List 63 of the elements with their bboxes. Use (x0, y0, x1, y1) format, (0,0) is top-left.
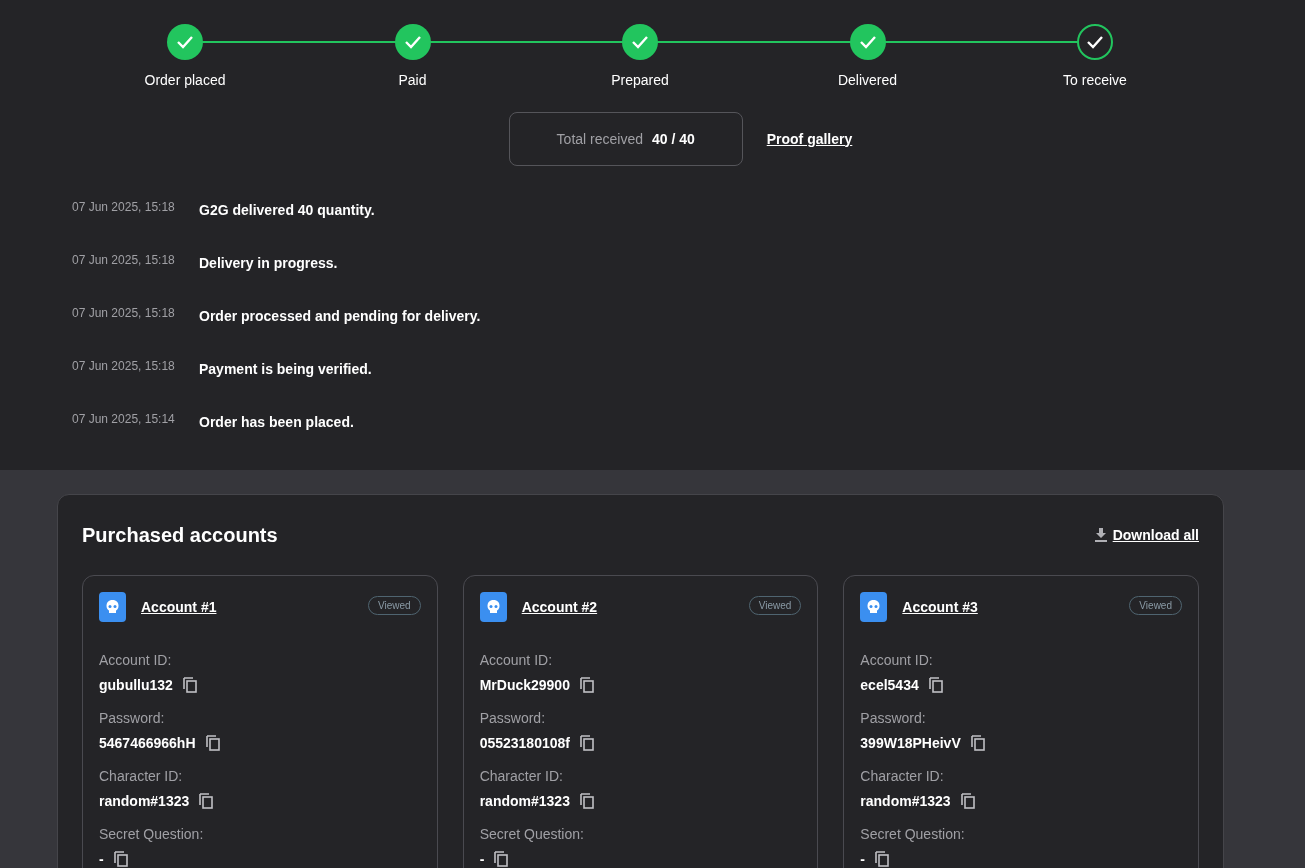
field-value: 5467466966hH (99, 733, 196, 753)
field-value: random#1323 (99, 791, 190, 811)
account-link[interactable]: Account #1 (141, 596, 217, 618)
field-value: - (99, 849, 104, 868)
account-link[interactable]: Account #3 (902, 596, 978, 618)
event-time: 07 Jun 2025, 15:18 (72, 358, 176, 375)
copy-icon[interactable] (579, 677, 594, 693)
copy-icon[interactable] (970, 735, 985, 751)
event-message: Order processed and pending for delivery. (199, 307, 481, 326)
field-value: - (479, 849, 485, 868)
copy-icon[interactable] (205, 735, 220, 751)
proof-gallery-link[interactable]: Proof gallery (766, 128, 853, 150)
step-label: Paid (397, 71, 428, 90)
event-message: G2G delivered 40 quantity. (199, 201, 375, 220)
copy-icon[interactable] (579, 793, 594, 809)
copy-icon[interactable] (494, 851, 509, 867)
field-label: Password: (479, 709, 546, 728)
copy-icon[interactable] (579, 735, 594, 751)
field-value: 05523180108f (479, 733, 570, 753)
account-link[interactable]: Account #2 (521, 596, 598, 618)
step-label: Delivered (836, 71, 899, 90)
field-label: Password: (99, 709, 166, 728)
field-value: random#1323 (479, 791, 570, 811)
field-value: ecel5434 (860, 675, 919, 695)
field-label: Secret Question: (99, 825, 205, 844)
field-value: 399W18PHeivV (860, 733, 961, 753)
copy-icon[interactable] (875, 851, 889, 867)
step-label: Prepared (610, 71, 670, 90)
field-value: gubullu132 (99, 675, 173, 695)
field-label: Secret Question: (860, 825, 966, 844)
event-time: 07 Jun 2025, 15:18 (72, 305, 176, 322)
total-received-label: Total received (556, 129, 643, 149)
total-received-value: 40 / 40 (652, 129, 695, 149)
event-message: Delivery in progress. (199, 254, 338, 273)
download-all-link[interactable]: Download all (1094, 524, 1199, 546)
download-icon (1094, 528, 1107, 542)
event-message: Payment is being verified. (199, 360, 372, 379)
field-label: Secret Question: (479, 825, 585, 844)
field-value: - (860, 849, 865, 868)
step-label: Order placed (143, 71, 227, 90)
field-label: Character ID: (860, 767, 945, 786)
field-label: Account ID: (860, 651, 934, 670)
field-label: Account ID: (479, 651, 554, 670)
field-label: Character ID: (479, 767, 564, 786)
avatar-icon (860, 592, 888, 622)
step-label: To receive (1062, 71, 1128, 90)
copy-icon[interactable] (960, 793, 975, 809)
event-time: 07 Jun 2025, 15:18 (72, 199, 176, 216)
copy-icon[interactable] (199, 793, 214, 809)
avatar-icon (479, 592, 507, 622)
event-message: Order has been placed. (199, 413, 354, 432)
copy-icon[interactable] (182, 677, 197, 693)
event-time: 07 Jun 2025, 15:14 (72, 411, 176, 428)
copy-icon[interactable] (113, 851, 128, 867)
field-value: MrDuck29900 (479, 675, 570, 695)
event-time: 07 Jun 2025, 15:18 (72, 252, 176, 269)
field-label: Character ID: (99, 767, 184, 786)
copy-icon[interactable] (928, 677, 943, 693)
field-value: random#1323 (860, 791, 951, 811)
section-title: Purchased accounts (82, 523, 278, 548)
avatar-icon (99, 592, 126, 622)
field-label: Account ID: (99, 651, 173, 670)
field-label: Password: (860, 709, 927, 728)
